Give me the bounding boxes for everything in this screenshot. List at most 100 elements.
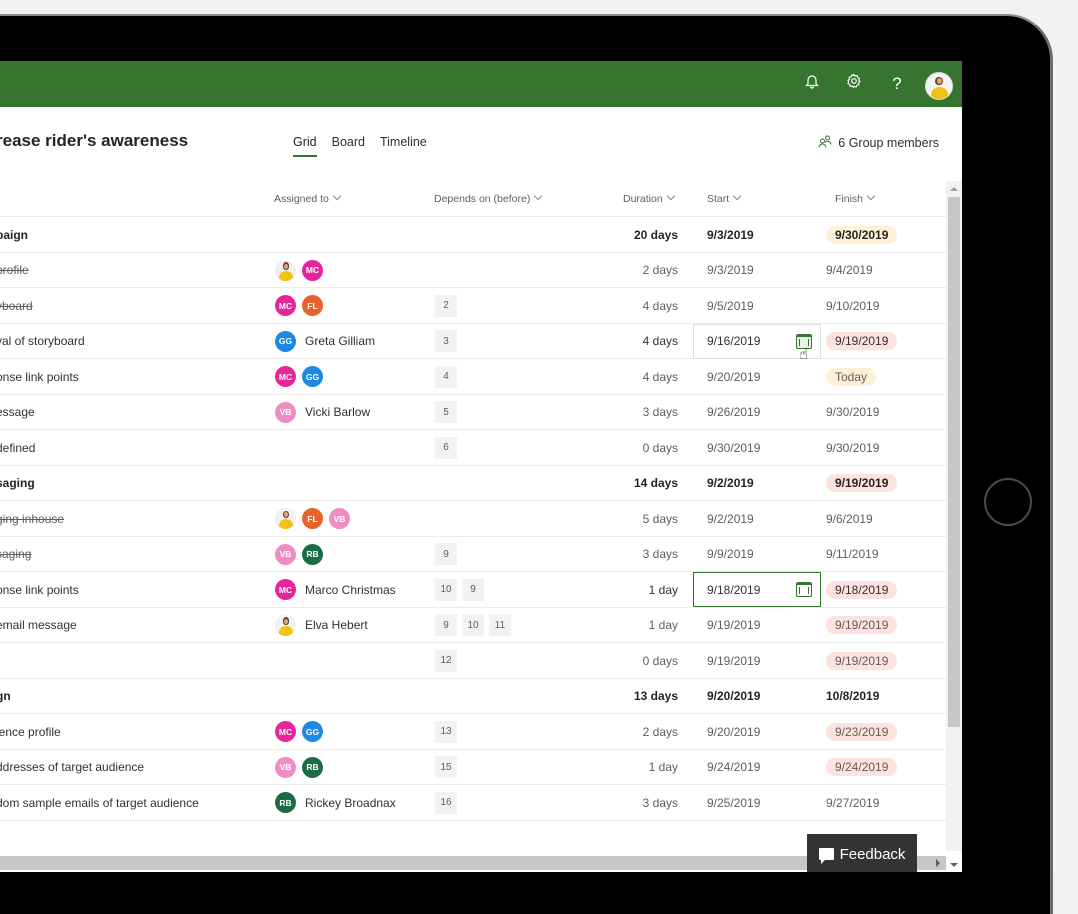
assigned-to-cell[interactable]: MC FL bbox=[275, 288, 323, 323]
tab-grid[interactable]: Grid bbox=[293, 135, 317, 157]
start-date-cell[interactable]: 9/18/2019 bbox=[707, 572, 760, 607]
finish-date-cell[interactable]: 9/11/2019 bbox=[826, 537, 879, 572]
duration-cell[interactable]: 2 days bbox=[578, 714, 678, 749]
duration-cell[interactable]: 13 days bbox=[578, 679, 678, 714]
column-header-duration[interactable]: Duration bbox=[623, 191, 675, 205]
finish-date-cell[interactable]: 9/27/2019 bbox=[826, 785, 879, 820]
scrollbar-thumb[interactable] bbox=[948, 197, 960, 727]
dependency-chip[interactable]: 2 bbox=[435, 294, 457, 317]
duration-cell[interactable]: 20 days bbox=[578, 217, 678, 252]
task-row[interactable]: defined 6 0 days 9/30/2019 9/30/2019 bbox=[0, 430, 946, 466]
finish-date-cell[interactable]: 9/30/2019 bbox=[826, 395, 879, 430]
start-date-cell[interactable]: 9/19/2019 bbox=[707, 608, 760, 643]
task-name[interactable]: onse link points bbox=[0, 359, 79, 394]
task-row[interactable]: val of storyboard GG Greta Gilliam 3 ☝ 4 days… bbox=[0, 323, 946, 363]
start-date-cell[interactable]: 9/30/2019 bbox=[707, 430, 760, 465]
assigned-to-cell[interactable]: VB RB bbox=[275, 537, 323, 572]
tab-board[interactable]: Board bbox=[332, 135, 365, 157]
assigned-to-cell[interactable]: MC GG bbox=[275, 359, 323, 394]
task-name[interactable]: ience profile bbox=[0, 714, 61, 749]
dependency-chip[interactable]: 4 bbox=[435, 365, 457, 388]
depends-on-cell[interactable]: 10 9 bbox=[435, 572, 484, 607]
depends-on-cell[interactable]: 9 bbox=[435, 537, 457, 572]
gear-icon[interactable] bbox=[842, 73, 866, 95]
start-date-cell[interactable]: 9/5/2019 bbox=[707, 288, 754, 323]
depends-on-cell[interactable]: 4 bbox=[435, 359, 457, 394]
task-row[interactable]: 12 0 days 9/19/2019 9/19/2019 bbox=[0, 643, 946, 679]
task-name[interactable]: essage bbox=[0, 395, 35, 430]
duration-cell[interactable]: 4 days bbox=[578, 288, 678, 323]
dependency-chip[interactable]: 10 bbox=[462, 614, 484, 636]
duration-cell[interactable]: 0 days bbox=[578, 643, 678, 678]
assigned-to-cell[interactable]: VB Vicki Barlow bbox=[275, 395, 370, 430]
feedback-button[interactable]: Feedback bbox=[807, 834, 917, 872]
task-row[interactable]: ging inhouse FL VB 5 days 9/2/2019 9/6/2019 bbox=[0, 501, 946, 537]
bucket-name[interactable]: paign bbox=[0, 217, 28, 252]
dependency-chip[interactable]: 11 bbox=[489, 614, 511, 636]
depends-on-cell[interactable]: 2 bbox=[435, 288, 457, 323]
task-name[interactable]: val of storyboard bbox=[0, 324, 85, 359]
dependency-chip[interactable]: 5 bbox=[435, 401, 457, 423]
start-date-cell[interactable]: 9/2/2019 bbox=[707, 466, 754, 501]
start-date-cell[interactable]: 9/3/2019 bbox=[707, 253, 754, 288]
task-row[interactable]: saging VB RB 9 3 days 9/9/2019 9/11/2019 bbox=[0, 537, 946, 572]
assigned-to-cell[interactable]: VB RB bbox=[275, 750, 323, 785]
start-date-cell[interactable]: 9/16/2019 bbox=[707, 324, 760, 359]
assigned-to-cell[interactable]: MC bbox=[275, 253, 323, 288]
bucket-row[interactable]: paign 20 days 9/3/2019 9/30/2019 bbox=[0, 217, 946, 253]
finish-date-cell[interactable]: Today bbox=[826, 359, 877, 394]
start-date-cell[interactable]: 9/2/2019 bbox=[707, 501, 754, 536]
scroll-up-arrow-icon[interactable] bbox=[950, 187, 958, 191]
tab-timeline[interactable]: Timeline bbox=[380, 135, 427, 157]
duration-cell[interactable]: 0 days bbox=[578, 430, 678, 465]
task-name[interactable]: yboard bbox=[0, 288, 33, 323]
depends-on-cell[interactable]: 15 bbox=[435, 750, 457, 785]
dependency-chip[interactable]: 9 bbox=[462, 578, 484, 601]
depends-on-cell[interactable]: 6 bbox=[435, 430, 457, 465]
dependency-chip[interactable]: 6 bbox=[435, 436, 457, 459]
task-name[interactable]: ddresses of target audience bbox=[0, 750, 144, 785]
start-date-cell[interactable]: 9/20/2019 bbox=[707, 714, 760, 749]
dependency-chip[interactable]: 9 bbox=[435, 543, 457, 565]
task-row[interactable]: yboard MC FL 2 4 days 9/5/2019 9/10/2019 bbox=[0, 288, 946, 324]
column-header-depends[interactable]: Depends on (before) bbox=[434, 191, 543, 205]
finish-date-cell[interactable]: 9/6/2019 bbox=[826, 501, 873, 536]
column-header-assigned[interactable]: Assigned to bbox=[274, 191, 342, 205]
duration-cell[interactable]: 14 days bbox=[578, 466, 678, 501]
finish-date-cell[interactable]: 9/30/2019 bbox=[826, 430, 879, 465]
duration-cell[interactable]: 3 days bbox=[578, 537, 678, 572]
user-avatar[interactable] bbox=[925, 72, 953, 100]
task-row[interactable]: ience profile MC GG 13 2 days 9/20/2019 9/23/2… bbox=[0, 714, 946, 750]
task-name[interactable]: profile bbox=[0, 253, 29, 288]
duration-cell[interactable]: 1 day bbox=[578, 750, 678, 785]
dependency-chip[interactable]: 9 bbox=[435, 614, 457, 636]
depends-on-cell[interactable]: 12 bbox=[435, 643, 457, 678]
assigned-to-cell[interactable]: MC GG bbox=[275, 714, 323, 749]
finish-date-cell[interactable]: 9/10/2019 bbox=[826, 288, 879, 323]
task-name[interactable]: defined bbox=[0, 430, 35, 465]
finish-date-cell[interactable]: 9/19/2019 bbox=[826, 643, 898, 678]
duration-cell[interactable]: 4 days bbox=[578, 324, 678, 359]
assigned-to-cell[interactable]: MC Marco Christmas bbox=[275, 572, 396, 607]
start-date-cell[interactable]: 9/19/2019 bbox=[707, 643, 760, 678]
duration-cell[interactable]: 3 days bbox=[578, 395, 678, 430]
assigned-to-cell[interactable]: GG Greta Gilliam bbox=[275, 324, 375, 359]
finish-date-cell[interactable]: 9/18/2019 bbox=[826, 572, 898, 607]
scroll-right-arrow-icon[interactable] bbox=[936, 859, 940, 867]
finish-date-cell[interactable]: 9/19/2019 bbox=[826, 324, 898, 359]
bucket-row[interactable]: gn 13 days 9/20/2019 10/8/2019 bbox=[0, 679, 946, 714]
bucket-name[interactable]: gn bbox=[0, 679, 11, 714]
finish-date-cell[interactable]: 9/30/2019 bbox=[826, 217, 898, 252]
task-row[interactable]: profile MC 2 days 9/3/2019 9/4/2019 bbox=[0, 253, 946, 288]
start-date-cell[interactable]: 9/25/2019 bbox=[707, 785, 760, 820]
task-row[interactable]: onse link points MC Marco Christmas 10 9 1 da… bbox=[0, 572, 946, 608]
duration-cell[interactable]: 2 days bbox=[578, 253, 678, 288]
finish-date-cell[interactable]: 10/8/2019 bbox=[826, 679, 879, 714]
assigned-to-cell[interactable]: Elva Hebert bbox=[275, 608, 368, 643]
task-name[interactable]: onse link points bbox=[0, 572, 79, 607]
vertical-scrollbar[interactable] bbox=[946, 181, 962, 867]
task-row[interactable]: essage VB Vicki Barlow 5 3 days 9/26/2019 9/30… bbox=[0, 395, 946, 430]
dependency-chip[interactable]: 12 bbox=[435, 649, 457, 672]
bucket-name[interactable]: saging bbox=[0, 466, 35, 501]
duration-cell[interactable]: 1 day bbox=[578, 572, 678, 607]
